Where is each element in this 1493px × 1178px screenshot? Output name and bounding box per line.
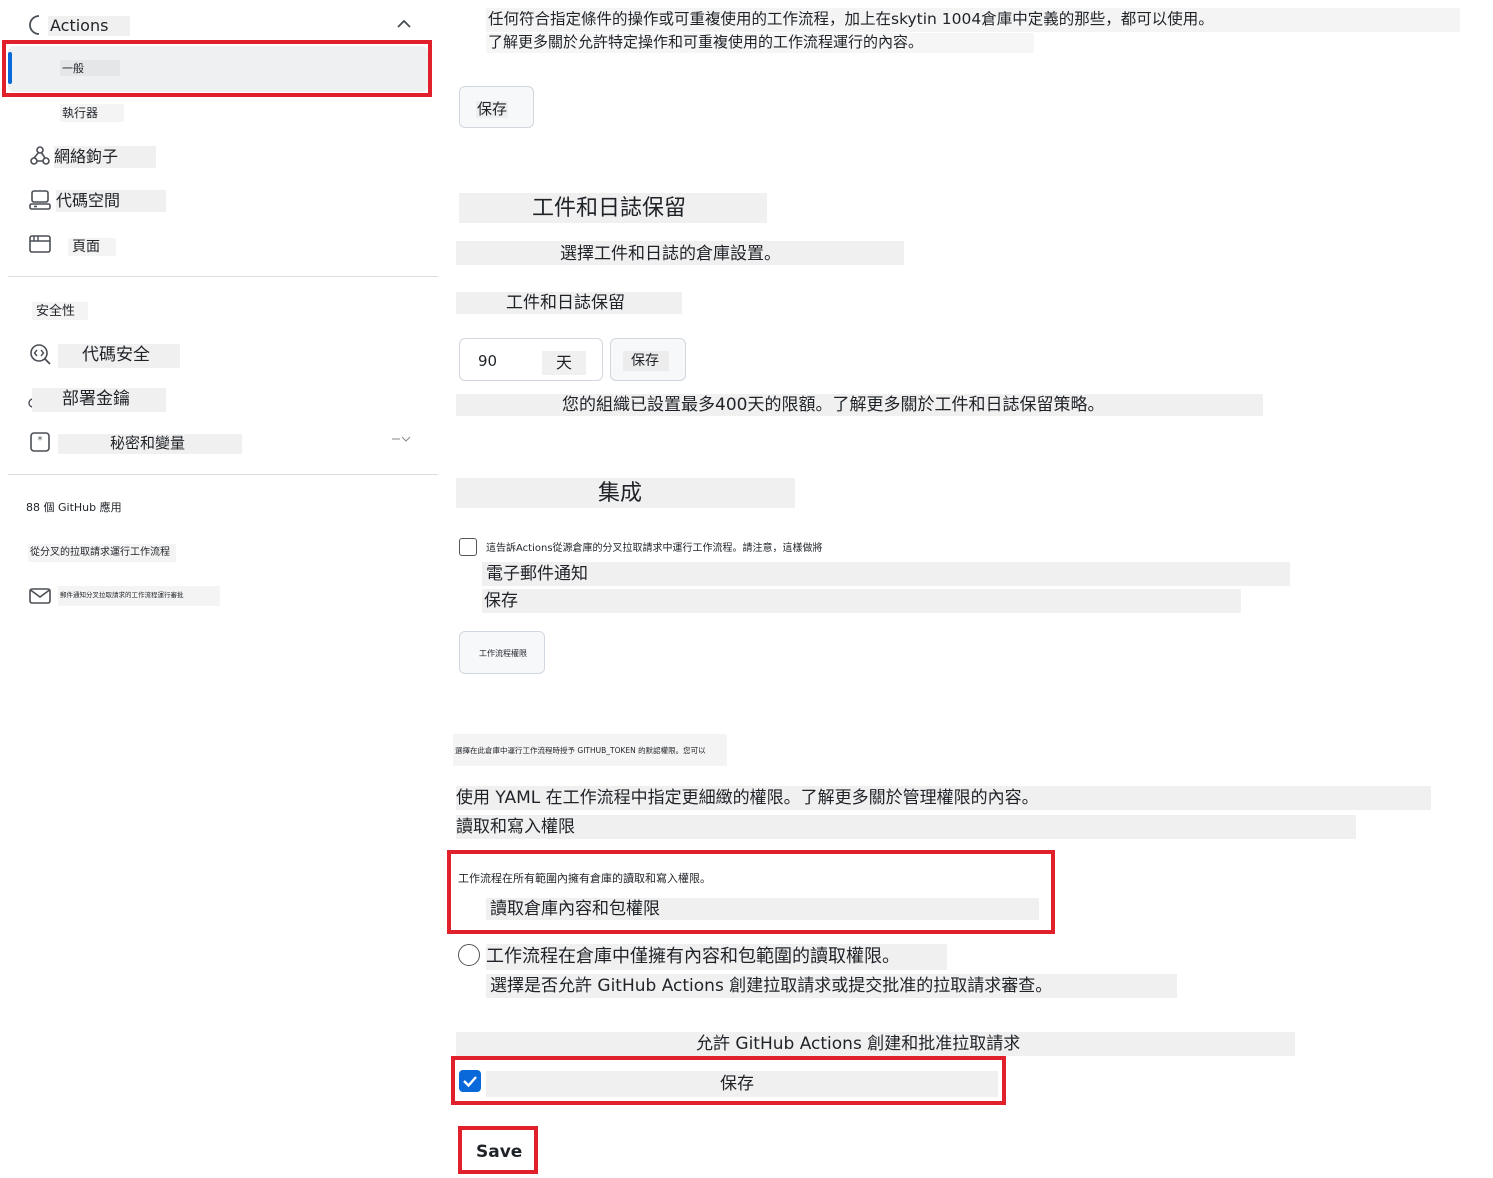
chevron-up-icon[interactable]: [396, 16, 412, 32]
highlight-box-general: [2, 40, 432, 97]
main-content: 任何符合指定條件的操作或可重複使用的工作流程，加上在skytin 1004倉庫中…: [440, 0, 1493, 1178]
sidebar-item-secrets-label: 秘密和變量: [58, 434, 242, 454]
integration-heading: 集成: [456, 478, 795, 508]
actions-label: Actions: [48, 16, 130, 36]
retention-days-value: 90: [478, 352, 498, 370]
workflow-permissions-label: 工作流程權限: [479, 649, 527, 658]
sidebar-item-runners[interactable]: 執行器: [60, 104, 130, 124]
svg-text:*: *: [38, 435, 43, 446]
save-allowed-actions-button[interactable]: 保存: [459, 86, 534, 128]
sidebar-item-deploy-keys[interactable]: 部署金鑰: [28, 386, 188, 414]
artifacts-field-label: 工件和日誌保留: [456, 292, 682, 314]
sidebar-divider-1: [8, 276, 438, 277]
sidebar-item-code-security-label: 代碼安全: [58, 344, 180, 368]
sidebar-item-pages[interactable]: 頁面: [28, 232, 148, 258]
retention-limit-note: 您的組織已設置最多400天的限額。了解更多關於工件和日誌保留策略。: [456, 394, 1263, 416]
sidebar-item-code-security[interactable]: 代碼安全: [28, 342, 188, 370]
email-notifications-label: 電子郵件通知: [482, 562, 1290, 586]
sidebar-item-fork-workflows-label: 從分叉的拉取請求運行工作流程: [28, 544, 176, 562]
codescan-icon: [28, 342, 52, 366]
sidebar-item-runners-label: 執行器: [60, 104, 124, 122]
read-only-radio[interactable]: [458, 944, 480, 966]
fork-workflows-checkbox-label: 這告訴Actions從源倉庫的分叉拉取請求中運行工作流程。請注意，這樣做將: [486, 543, 823, 554]
sidebar-item-email-notifications[interactable]: 郵件通知分叉拉取請求的工作流程運行審批: [28, 584, 228, 610]
highlight-box-permissions: [447, 850, 1055, 934]
sidebar-item-deploy-keys-label: 部署金鑰: [32, 388, 166, 412]
sidebar-item-codespaces[interactable]: 代碼空間: [28, 188, 168, 214]
fork-workflows-checkbox[interactable]: [459, 538, 477, 556]
read-only-description: 工作流程在倉庫中僅擁有內容和包範圍的讀取權限。: [486, 944, 947, 970]
artifacts-heading: 工件和日誌保留: [459, 193, 767, 223]
pull-request-description: 選擇是否允許 GitHub Actions 創建拉取請求或提交批准的拉取請求審查…: [486, 974, 1177, 998]
play-icon: [28, 14, 50, 36]
save-retention-label: 保存: [623, 351, 669, 371]
browser-icon: [28, 232, 52, 256]
sidebar-item-email-notifications-label: 郵件通知分叉拉取請求的工作流程運行審批: [58, 586, 220, 606]
save-button-label: Save: [476, 1142, 523, 1162]
retention-days-unit: 天: [542, 351, 586, 375]
mail-icon: [28, 586, 52, 606]
sidebar-item-webhooks-label: 網絡鉤子: [54, 146, 156, 168]
yaml-permissions-description: 使用 YAML 在工作流程中指定更細緻的權限。了解更多關於管理權限的內容。: [456, 786, 1431, 810]
chevron-down-icon[interactable]: [392, 434, 414, 444]
allowed-actions-learn-more[interactable]: 了解更多關於允許特定操作和可重複使用的工作流程運行的內容。: [486, 33, 1034, 53]
sidebar-item-secrets[interactable]: * 秘密和變量: [28, 430, 418, 458]
sidebar-item-webhooks[interactable]: 網絡鉤子: [28, 144, 168, 170]
highlight-box-allow-pr: [451, 1056, 1006, 1105]
artifacts-description: 選擇工件和日誌的倉庫設置。: [456, 241, 904, 265]
security-heading: 安全性: [32, 302, 88, 320]
read-write-permissions-label: 讀取和寫入權限: [456, 815, 1356, 839]
allowed-actions-description: 任何符合指定條件的操作或可重複使用的工作流程，加上在skytin 1004倉庫中…: [486, 8, 1460, 32]
sidebar-item-codespaces-label: 代碼空間: [56, 190, 166, 212]
asterisk-icon: *: [28, 430, 52, 454]
save-retention-button[interactable]: 保存: [610, 338, 686, 381]
codespaces-icon: [28, 188, 52, 212]
allow-pr-label: 允許 GitHub Actions 創建和批准拉取請求: [456, 1032, 1295, 1056]
save-button[interactable]: Save: [458, 1126, 538, 1174]
save-allowed-actions-label: 保存: [476, 100, 509, 118]
sidebar-item-github-apps-label: 88 個 GitHub 應用: [26, 501, 122, 514]
retention-days-input[interactable]: 90 天: [459, 338, 603, 381]
integration-save-text: 保存: [482, 589, 1241, 613]
token-permissions-description: 選擇在此倉庫中運行工作流程時授予 GITHUB_TOKEN 的默認權限。您可以: [453, 734, 727, 766]
sidebar-divider-2: [8, 474, 438, 475]
workflow-permissions-button[interactable]: 工作流程權限: [459, 631, 545, 674]
sidebar-item-github-apps[interactable]: 88 個 GitHub 應用: [26, 500, 136, 520]
actions-section-toggle[interactable]: Actions: [28, 14, 418, 38]
sidebar-item-fork-workflows[interactable]: 從分叉的拉取請求運行工作流程: [28, 544, 178, 564]
sidebar: Actions 一般 執行器 網絡鉤子 代碼空間 頁面 安全性 代碼安全 部署金…: [0, 0, 440, 1178]
sidebar-item-pages-label: 頁面: [68, 238, 116, 256]
webhook-icon: [28, 144, 52, 168]
